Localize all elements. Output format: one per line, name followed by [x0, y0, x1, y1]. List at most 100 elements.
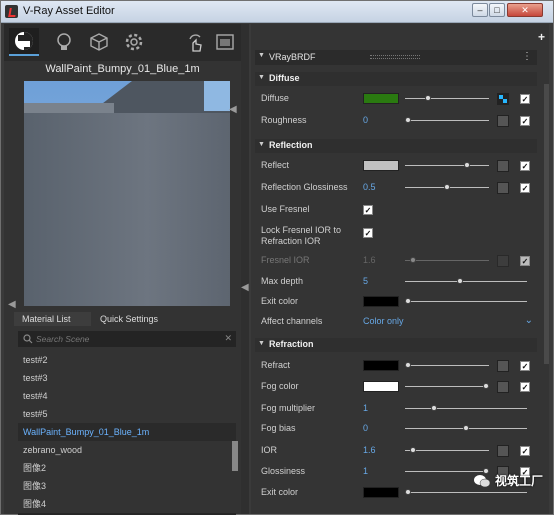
- refract-color-swatch[interactable]: [363, 360, 399, 371]
- list-item[interactable]: 图像4: [18, 495, 236, 509]
- exit-color-slider[interactable]: [405, 298, 527, 304]
- expand-preview-icon[interactable]: ◀: [229, 104, 237, 115]
- section-diffuse[interactable]: ▼ Diffuse: [255, 72, 537, 86]
- drag-handle[interactable]: [370, 55, 420, 59]
- settings-icon[interactable]: [119, 28, 149, 56]
- texture-map-icon[interactable]: [497, 115, 509, 127]
- slider-knob[interactable]: [405, 298, 411, 304]
- section-title: Diffuse: [269, 73, 300, 83]
- fog-multiplier-value[interactable]: 1: [363, 403, 368, 413]
- fog-bias-label: Fog bias: [261, 423, 296, 433]
- slider-knob[interactable]: [405, 117, 411, 123]
- close-button[interactable]: ✕: [507, 3, 543, 17]
- slider-knob[interactable]: [457, 278, 464, 284]
- list-item[interactable]: 图像2: [18, 459, 236, 477]
- geometry-icon[interactable]: [84, 28, 114, 56]
- affect-channels-value: Color only: [363, 316, 404, 326]
- list-item[interactable]: test#4: [18, 387, 236, 405]
- fog-multiplier-slider[interactable]: [405, 405, 527, 411]
- reflect-slider[interactable]: [405, 162, 489, 168]
- reflect-enable-checkbox[interactable]: ✓: [520, 161, 530, 171]
- search-input[interactable]: Search Scene ✕: [18, 331, 236, 347]
- chevron-down-icon[interactable]: ⌄: [525, 315, 533, 326]
- more-options-icon[interactable]: ⋮: [522, 51, 532, 62]
- add-icon[interactable]: +: [538, 30, 545, 44]
- reflect-color-swatch[interactable]: [363, 160, 399, 171]
- refract-slider[interactable]: [405, 362, 489, 368]
- roughness-value[interactable]: 0: [363, 115, 368, 125]
- editor-scrollbar[interactable]: [544, 84, 549, 364]
- list-item-selected[interactable]: WallPaint_Bumpy_01_Blue_1m: [18, 423, 236, 441]
- collapse-arrow-icon[interactable]: ◀: [241, 282, 249, 293]
- texture-map-icon[interactable]: [497, 381, 509, 393]
- slider-knob[interactable]: [430, 405, 437, 411]
- max-depth-value[interactable]: 5: [363, 276, 368, 286]
- tab-quick-settings[interactable]: Quick Settings: [92, 312, 192, 326]
- fog-bias-value[interactable]: 0: [363, 423, 368, 433]
- pane-splitter[interactable]: ◀: [241, 24, 249, 514]
- reflection-glossiness-slider[interactable]: [405, 184, 489, 190]
- diffuse-slider[interactable]: [405, 95, 489, 101]
- ior-enable-checkbox[interactable]: ✓: [520, 446, 530, 456]
- slider-knob[interactable]: [463, 425, 469, 431]
- list-item[interactable]: 图像3: [18, 477, 236, 495]
- list-item[interactable]: test#5: [18, 405, 236, 423]
- tab-material-list[interactable]: Material List: [14, 312, 91, 326]
- texture-map-icon[interactable]: [497, 160, 509, 172]
- max-depth-slider[interactable]: [405, 278, 527, 284]
- texture-map-icon[interactable]: [497, 93, 509, 105]
- ior-value[interactable]: 1.6: [363, 445, 376, 455]
- glossiness-label: Glossiness: [261, 466, 306, 476]
- vraybrdf-header[interactable]: ▼ VRayBRDF ⋮: [255, 50, 537, 65]
- list-item[interactable]: test#2: [18, 351, 236, 369]
- affect-channels-label: Affect channels: [261, 316, 323, 326]
- texture-map-icon[interactable]: [497, 360, 509, 372]
- use-fresnel-checkbox[interactable]: ✓: [363, 205, 373, 215]
- section-reflection[interactable]: ▼ Reflection: [255, 139, 537, 153]
- vray-logo-icon: [5, 5, 18, 18]
- diffuse-enable-checkbox[interactable]: ✓: [520, 94, 530, 104]
- materials-icon[interactable]: [9, 28, 39, 56]
- section-refraction[interactable]: ▼ Refraction: [255, 338, 537, 352]
- minimize-button[interactable]: –: [472, 3, 488, 17]
- list-item[interactable]: zebrano_wood: [18, 441, 236, 459]
- fog-enable-checkbox[interactable]: ✓: [520, 382, 530, 392]
- slider-knob[interactable]: [424, 95, 431, 101]
- maximize-button[interactable]: □: [489, 3, 505, 17]
- slider-knob[interactable]: [463, 162, 470, 168]
- lights-icon[interactable]: [49, 28, 79, 56]
- texture-map-icon[interactable]: [497, 445, 509, 457]
- fog-color-slider[interactable]: [405, 383, 489, 389]
- slider-knob[interactable]: [483, 383, 489, 389]
- render-interactive-icon[interactable]: [180, 28, 210, 56]
- exit-color-swatch[interactable]: [363, 296, 399, 307]
- row-refract: Refract ✓: [255, 357, 537, 375]
- diffuse-color-swatch[interactable]: [363, 93, 399, 104]
- slider-knob[interactable]: [405, 489, 411, 495]
- roughness-enable-checkbox[interactable]: ✓: [520, 116, 530, 126]
- collapse-left-icon[interactable]: ◀: [8, 299, 16, 310]
- fog-color-swatch[interactable]: [363, 381, 399, 392]
- use-fresnel-label: Use Fresnel: [261, 204, 310, 214]
- frame-buffer-icon[interactable]: [210, 28, 240, 56]
- affect-channels-dropdown[interactable]: Color only: [363, 316, 533, 326]
- clear-search-icon[interactable]: ✕: [224, 333, 232, 344]
- reflect-label: Reflect: [261, 160, 290, 170]
- slider-knob[interactable]: [444, 184, 450, 190]
- row-affect-channels: Affect channels Color only ⌄: [255, 313, 537, 331]
- lock-fresnel-checkbox[interactable]: ✓: [363, 228, 373, 238]
- slider-knob[interactable]: [405, 362, 411, 368]
- refract-enable-checkbox[interactable]: ✓: [520, 361, 530, 371]
- roughness-slider[interactable]: [405, 117, 489, 123]
- glossiness-value[interactable]: 1: [363, 466, 368, 476]
- glossiness-enable-checkbox[interactable]: ✓: [520, 183, 530, 193]
- exit-color-slider[interactable]: [405, 489, 527, 495]
- slider-knob[interactable]: [409, 447, 416, 453]
- reflection-glossiness-value[interactable]: 0.5: [363, 182, 376, 192]
- fog-bias-slider[interactable]: [405, 425, 527, 431]
- exit-color-swatch[interactable]: [363, 487, 399, 498]
- list-scrollbar[interactable]: [232, 441, 238, 471]
- list-item[interactable]: test#3: [18, 369, 236, 387]
- ior-slider[interactable]: [405, 447, 489, 453]
- texture-map-icon[interactable]: [497, 182, 509, 194]
